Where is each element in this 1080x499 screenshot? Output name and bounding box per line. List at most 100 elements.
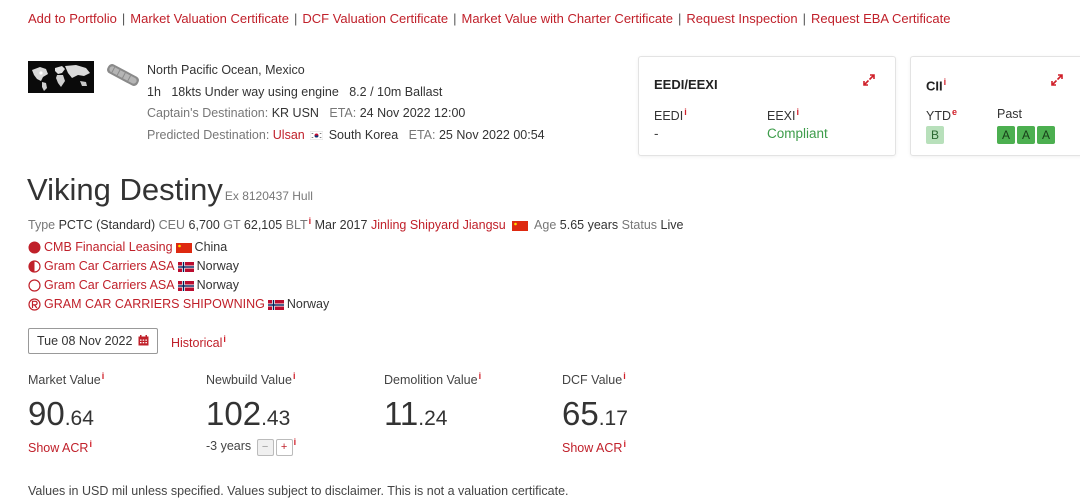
- owner-link[interactable]: Gram Car Carriers ASA: [44, 257, 175, 276]
- vessel-specs: Type PCTC (Standard) CEU 6,700 GT 62,105…: [28, 216, 683, 232]
- ownership-list: CMB Financial Leasing China Gram Car Car…: [28, 238, 329, 314]
- dcf-value-label: DCF Valuei: [562, 371, 626, 388]
- dcf-acr: Show ACRi: [562, 439, 628, 455]
- request-eba-certificate-link[interactable]: Request EBA Certificate: [811, 11, 950, 26]
- captains-eta-value: 24 Nov 2022 12:00: [359, 106, 466, 120]
- show-acr-link[interactable]: Show ACR: [562, 441, 622, 455]
- info-icon[interactable]: i: [479, 371, 482, 381]
- decrement-years-button[interactable]: −: [256, 438, 274, 456]
- norway-flag-icon: [177, 280, 194, 291]
- link-separator: |: [294, 11, 298, 26]
- dcf-valuation-certificate-link[interactable]: DCF Valuation Certificate: [302, 11, 448, 26]
- newbuild-value-label: Newbuild Valuei: [206, 371, 296, 388]
- owner-row: Gram Car Carriers ASA Norway: [28, 276, 329, 295]
- owner-country: Norway: [286, 297, 330, 311]
- cii-grade-badge: A: [1017, 126, 1035, 144]
- age-value: 5.65 years: [559, 218, 619, 233]
- info-icon[interactable]: i: [623, 371, 626, 381]
- age-label: Age: [534, 218, 557, 233]
- valuation-disclaimer: Values in USD mil unless specified. Valu…: [28, 484, 569, 498]
- market-value-charter-certificate-link[interactable]: Market Value with Charter Certificate: [462, 11, 673, 26]
- market-value-label: Market Valuei: [28, 371, 105, 388]
- eedi-value: -: [654, 126, 659, 141]
- info-icon[interactable]: i: [684, 107, 687, 117]
- ceu-label: CEU: [158, 218, 186, 233]
- navigation-status: 18kts Under way using engine: [171, 84, 339, 99]
- norway-flag-icon: [267, 299, 284, 310]
- world-map-icon: [28, 61, 94, 93]
- captains-destination-value: KR USN: [271, 106, 319, 120]
- gt-label: GT: [223, 218, 241, 233]
- market-valuation-certificate-link[interactable]: Market Valuation Certificate: [130, 11, 289, 26]
- info-icon[interactable]: i: [309, 216, 312, 226]
- info-icon[interactable]: i: [102, 371, 105, 381]
- south-korea-flag-icon: [310, 130, 324, 140]
- position-map-thumbnail[interactable]: [28, 61, 94, 93]
- newbuild-years-text: -3 years: [206, 439, 252, 454]
- expand-icon[interactable]: [1051, 73, 1063, 89]
- predicted-eta-value: 25 Nov 2022 00:54: [438, 127, 545, 142]
- beneficial-owner-icon: [28, 260, 41, 273]
- info-icon[interactable]: i: [294, 437, 297, 447]
- norway-flag-icon: [177, 261, 194, 272]
- cii-title: CIIi: [926, 77, 947, 94]
- operator-icon: [28, 279, 41, 292]
- cii-ytd-label: YTDe: [926, 107, 958, 124]
- info-icon[interactable]: i: [797, 107, 800, 117]
- historical-link[interactable]: Historical: [171, 336, 222, 350]
- china-flag-icon: [175, 242, 192, 253]
- show-acr-link[interactable]: Show ACR: [28, 441, 88, 455]
- info-icon[interactable]: i: [944, 77, 947, 87]
- draught-text: 8.2 / 10m Ballast: [349, 84, 443, 99]
- newbuild-value-block: Newbuild Valuei 102.43 -3 years − + i: [206, 371, 296, 456]
- eedi-eexi-card: EEDI/EEXI EEDIi - EEXIi Compliant: [638, 56, 896, 156]
- link-separator: |: [802, 11, 807, 26]
- ceu-value: 6,700: [188, 218, 220, 233]
- predicted-destination-label: Predicted Destination:: [147, 127, 270, 142]
- dcf-value-block: DCF Valuei 65.17 Show ACRi: [562, 371, 628, 455]
- increment-years-button[interactable]: +: [275, 438, 293, 456]
- captains-destination-line: Captain's Destination: KR USN ETA: 24 No…: [147, 103, 545, 125]
- cii-ytd-grade: B: [926, 126, 944, 144]
- type-value: PCTC (Standard): [58, 218, 156, 233]
- location-text: North Pacific Ocean, Mexico: [147, 63, 305, 77]
- owner-country: Norway: [196, 278, 239, 292]
- cii-card: CIIi YTDe B Past AAA: [910, 56, 1080, 156]
- eexi-value: Compliant: [767, 126, 828, 141]
- owner-link[interactable]: GRAM CAR CARRIERS SHIPOWNING: [44, 295, 265, 314]
- captains-eta-label: ETA:: [329, 106, 357, 120]
- dcf-value-number: 65.17: [562, 395, 628, 433]
- calendar-icon: [138, 335, 149, 346]
- info-icon[interactable]: i: [89, 439, 92, 449]
- cii-grade-badge: B: [926, 126, 944, 144]
- eexi-label: EEXIi: [767, 107, 800, 124]
- vessel-title: Viking Destiny Ex 8120437 Hull: [27, 172, 313, 208]
- demolition-value-block: Demolition Valuei 11.24: [384, 371, 481, 433]
- cii-grade-badge: A: [1037, 126, 1055, 144]
- vessel-icon: [103, 60, 143, 90]
- predicted-port-link[interactable]: Ulsan: [273, 128, 305, 142]
- position-age: 1h: [147, 84, 161, 99]
- market-value-number: 90.64: [28, 395, 94, 433]
- valuation-date-picker[interactable]: Tue 08 Nov 2022: [28, 328, 158, 354]
- vessel-ex-hull: Ex 8120437 Hull: [224, 189, 313, 203]
- owner-link[interactable]: CMB Financial Leasing: [44, 238, 173, 257]
- expand-icon[interactable]: [863, 73, 875, 89]
- blt-label: BLT: [285, 218, 308, 233]
- owner-link[interactable]: Gram Car Carriers ASA: [44, 276, 175, 295]
- add-to-portfolio-link[interactable]: Add to Portfolio: [28, 11, 117, 26]
- shipyard-link[interactable]: Jinling Shipyard Jiangsu: [371, 218, 506, 232]
- link-separator: |: [121, 11, 126, 26]
- link-separator: |: [677, 11, 682, 26]
- request-inspection-link[interactable]: Request Inspection: [686, 11, 797, 26]
- status-value: Live: [660, 218, 684, 233]
- predicted-eta-label: ETA:: [408, 127, 436, 142]
- status-line: 1h 18kts Under way using engine 8.2 / 10…: [147, 82, 545, 104]
- china-flag-icon: [512, 220, 529, 231]
- historical-link-wrap: Historicali: [171, 334, 226, 350]
- market-acr: Show ACRi: [28, 439, 104, 455]
- info-icon[interactable]: i: [623, 439, 626, 449]
- info-icon[interactable]: i: [223, 334, 226, 344]
- link-separator: |: [453, 11, 457, 26]
- info-icon[interactable]: i: [293, 371, 296, 381]
